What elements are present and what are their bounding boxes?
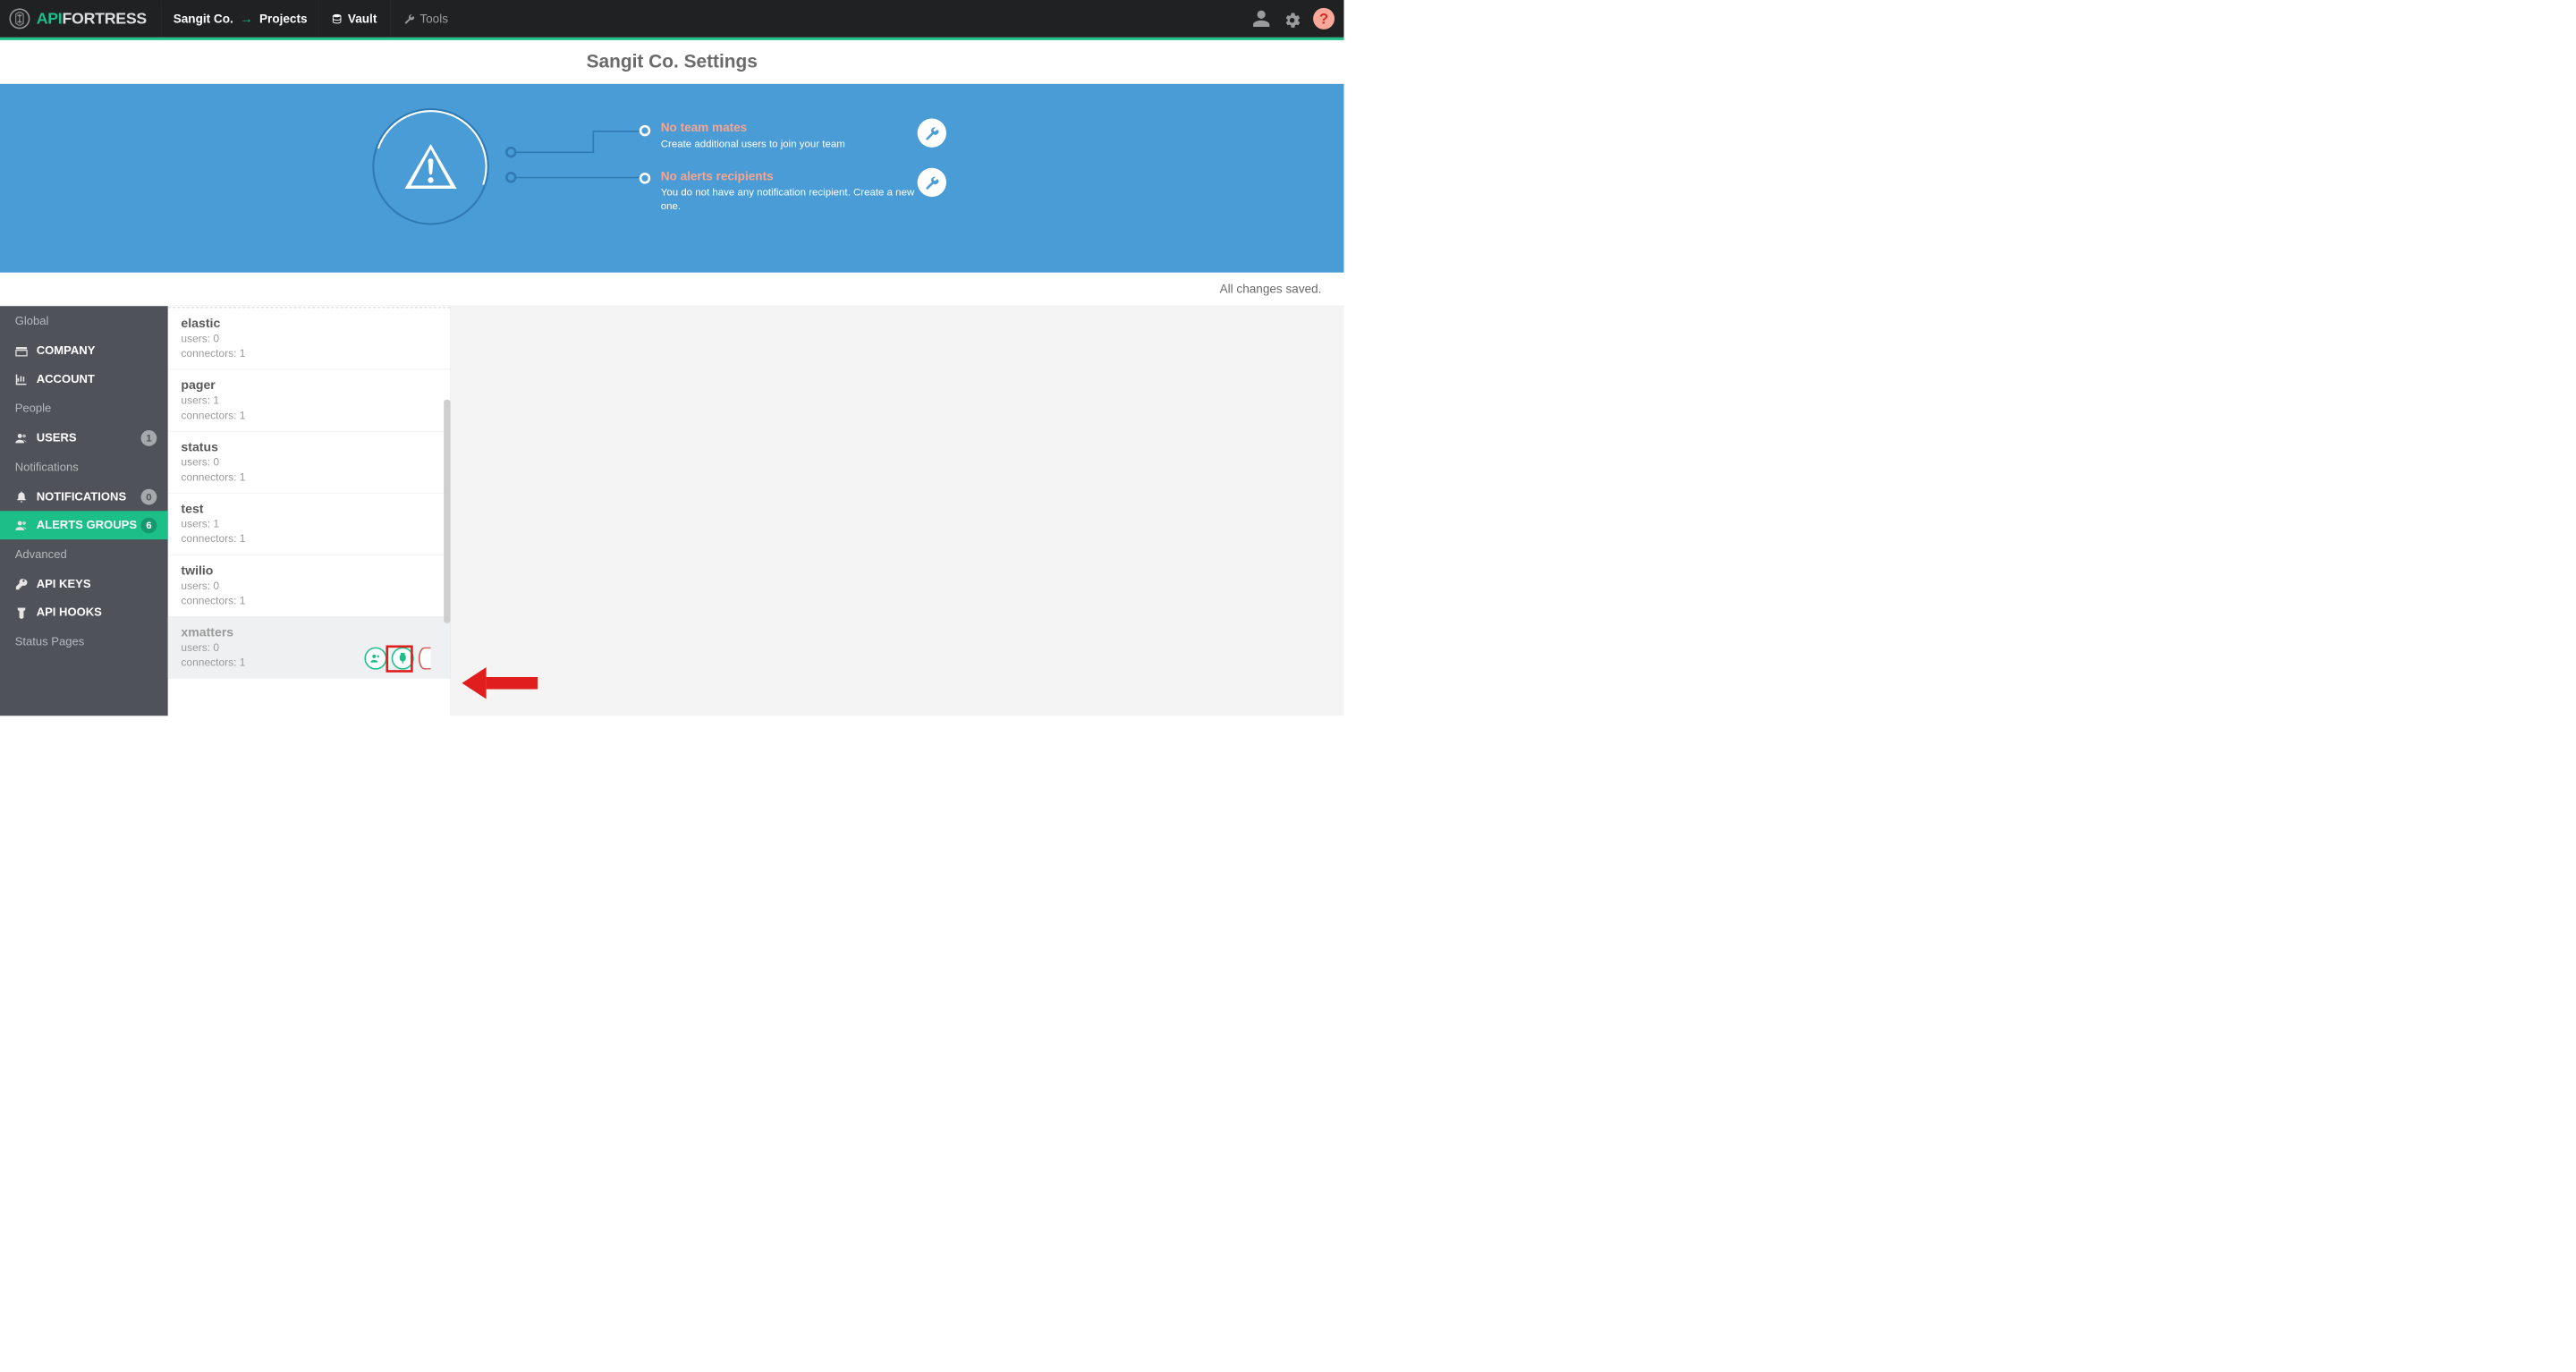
nav-right: ? — [1251, 8, 1335, 30]
manage-users-button[interactable] — [364, 648, 386, 670]
list-item-connectors: connectors: 1 — [181, 346, 436, 361]
banner-diagram — [372, 108, 488, 224]
alerts-groups-count-badge: 6 — [141, 517, 157, 533]
nav-vault-label: Vault — [348, 12, 377, 26]
sidebar-item-api-hooks[interactable]: API HOOKS — [0, 598, 168, 627]
banner-alert-title: No team mates — [661, 121, 922, 135]
sidebar-section-status-pages: Status Pages — [0, 627, 168, 657]
diagram-line — [517, 152, 595, 154]
fix-teammates-button[interactable] — [918, 119, 946, 148]
warning-icon — [404, 144, 456, 191]
brand-logo-text: APIFORTRESS — [37, 10, 147, 28]
diagram-node — [505, 172, 517, 183]
gear-icon[interactable] — [1283, 9, 1302, 29]
page-title: Sangit Co. Settings — [587, 51, 758, 72]
list-item-users: users: 0 — [181, 454, 436, 470]
sidebar-item-users[interactable]: USERS 1 — [0, 424, 168, 453]
brand-logo-icon — [9, 8, 30, 29]
sidebar-item-label: ALERTS GROUPS — [37, 519, 137, 532]
list-item-name: status — [181, 440, 436, 454]
list-item[interactable]: pager users: 1 connectors: 1 — [168, 369, 451, 431]
detail-pane — [451, 306, 1344, 716]
list-scrollbar[interactable] — [444, 306, 450, 716]
annotation-arrow — [462, 667, 538, 699]
banner-warning-circle — [372, 108, 488, 224]
list-item-connectors: connectors: 1 — [181, 531, 436, 546]
nav-vault[interactable]: Vault — [319, 0, 391, 38]
nav-left: Sangit Co. → Projects Vault Tools — [162, 0, 462, 38]
breadcrumb-company: Sangit Co. — [174, 12, 233, 26]
list-item[interactable]: test users: 1 connectors: 1 — [168, 494, 451, 555]
banner-alert-sub: You do not have any notification recipie… — [661, 185, 922, 213]
delete-group-button[interactable] — [419, 648, 431, 670]
diagram-node — [505, 147, 517, 158]
setup-banner: No team mates Create additional users to… — [0, 84, 1343, 273]
banner-alert-teammates: No team mates Create additional users to… — [661, 121, 922, 151]
nav-tools[interactable]: Tools — [391, 0, 462, 38]
banner-alert-recipients: No alerts recipients You do not have any… — [661, 169, 922, 213]
user-icon[interactable] — [1251, 9, 1271, 29]
breadcrumb-projects: Projects — [259, 12, 308, 26]
list-item-connectors: connectors: 1 — [181, 593, 436, 608]
help-icon[interactable]: ? — [1313, 8, 1335, 30]
fix-recipients-button[interactable] — [918, 168, 946, 197]
alert-groups-list: elastic users: 0 connectors: 1 pager use… — [168, 306, 451, 716]
status-text: All changes saved. — [1220, 282, 1322, 296]
nav-tools-label: Tools — [419, 12, 448, 26]
brand-logo[interactable]: APIFORTRESS — [0, 8, 162, 29]
sidebar-item-label: API HOOKS — [37, 606, 102, 619]
list-item-connectors: connectors: 1 — [181, 408, 436, 423]
sidebar-item-api-keys[interactable]: API KEYS — [0, 570, 168, 598]
arrow-right-icon: → — [240, 12, 253, 27]
breadcrumb[interactable]: Sangit Co. → Projects — [162, 0, 318, 38]
banner-alert-title: No alerts recipients — [661, 169, 922, 183]
list-item-users: users: 1 — [181, 393, 436, 408]
list-item[interactable]: status users: 0 connectors: 1 — [168, 431, 451, 493]
sidebar-section-advanced: Advanced — [0, 539, 168, 570]
list-item-name: elastic — [181, 317, 436, 331]
diagram-line — [593, 131, 640, 132]
sidebar-item-label: USERS — [37, 431, 77, 445]
list-item-connectors: connectors: 1 — [181, 470, 436, 485]
sidebar-section-global: Global — [0, 306, 168, 336]
list-item[interactable]: twilio users: 0 connectors: 1 — [168, 555, 451, 617]
list-item-name: pager — [181, 378, 436, 393]
diagram-endpoint — [640, 173, 651, 184]
sidebar-item-alerts-groups[interactable]: ALERTS GROUPS 6 — [0, 511, 168, 539]
sidebar-item-label: NOTIFICATIONS — [37, 490, 126, 504]
sidebar-item-company[interactable]: COMPANY — [0, 336, 168, 365]
list-item-users: users: 1 — [181, 516, 436, 531]
sidebar-item-label: ACCOUNT — [37, 372, 95, 385]
notifications-count-badge: 0 — [141, 488, 157, 504]
diagram-line — [517, 177, 640, 179]
sidebar-item-account[interactable]: ACCOUNT — [0, 365, 168, 394]
list-item-name: test — [181, 502, 436, 516]
lower-section: Global COMPANY ACCOUNT People USERS 1 No… — [0, 306, 1343, 716]
diagram-endpoint — [640, 125, 651, 137]
list-item-name: xmatters — [181, 625, 436, 639]
top-nav: APIFORTRESS Sangit Co. → Projects Vault … — [0, 0, 1343, 38]
list-item-name: twilio — [181, 563, 436, 578]
banner-alert-sub: Create additional users to join your tea… — [661, 137, 922, 150]
diagram-line — [593, 131, 595, 153]
sidebar-item-notifications[interactable]: NOTIFICATIONS 0 — [0, 482, 168, 511]
sidebar-item-label: API KEYS — [37, 577, 91, 590]
settings-sidebar: Global COMPANY ACCOUNT People USERS 1 No… — [0, 306, 168, 716]
sidebar-item-label: COMPANY — [37, 343, 96, 357]
sidebar-section-notifications: Notifications — [0, 453, 168, 483]
list-item[interactable]: elastic users: 0 connectors: 1 — [168, 308, 451, 369]
page-title-row: Sangit Co. Settings — [0, 40, 1343, 84]
list-item-users: users: 0 — [181, 578, 436, 593]
sidebar-section-people: People — [0, 394, 168, 424]
annotation-highlight-box — [386, 646, 412, 673]
list-item-selected[interactable]: xmatters users: 0 connectors: 1 — [168, 617, 451, 679]
status-bar: All changes saved. — [0, 273, 1343, 307]
list-item-users: users: 0 — [181, 331, 436, 346]
users-count-badge: 1 — [141, 430, 157, 446]
